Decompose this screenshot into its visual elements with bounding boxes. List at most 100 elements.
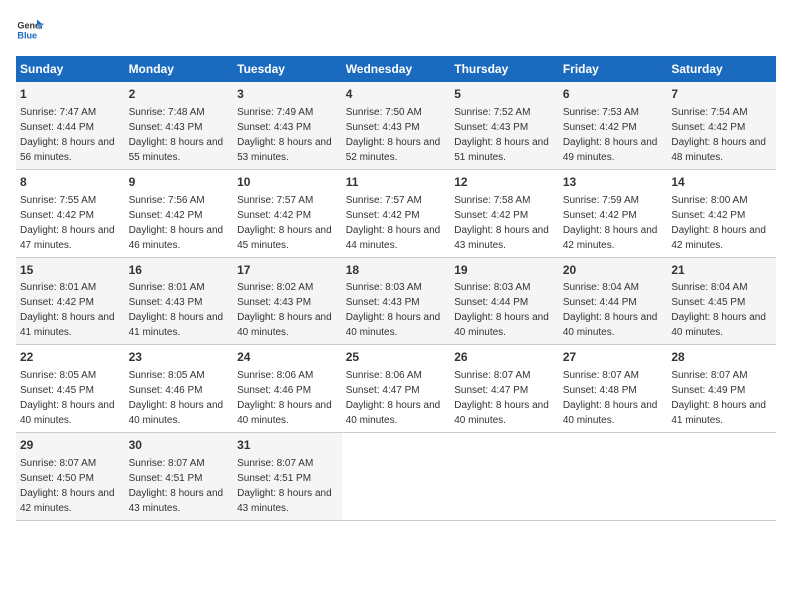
sunrise-info: Sunrise: 8:01 AM <box>129 282 205 293</box>
sunrise-info: Sunrise: 8:05 AM <box>129 370 205 381</box>
week-row-3: 15Sunrise: 8:01 AMSunset: 4:42 PMDayligh… <box>16 257 776 345</box>
sunset-info: Sunset: 4:45 PM <box>20 385 94 396</box>
daylight-info: Daylight: 8 hours and 43 minutes. <box>129 488 224 514</box>
logo: General Blue <box>16 16 48 44</box>
sunrise-info: Sunrise: 8:00 AM <box>671 195 747 206</box>
daylight-info: Daylight: 8 hours and 46 minutes. <box>129 225 224 251</box>
sunrise-info: Sunrise: 7:48 AM <box>129 107 205 118</box>
col-header-tuesday: Tuesday <box>233 56 342 82</box>
daylight-info: Daylight: 8 hours and 49 minutes. <box>563 137 658 163</box>
sunrise-info: Sunrise: 7:55 AM <box>20 195 96 206</box>
daylight-info: Daylight: 8 hours and 40 minutes. <box>346 312 441 338</box>
day-number: 14 <box>671 174 772 191</box>
daylight-info: Daylight: 8 hours and 42 minutes. <box>563 225 658 251</box>
sunset-info: Sunset: 4:51 PM <box>129 473 203 484</box>
sunset-info: Sunset: 4:42 PM <box>346 210 420 221</box>
day-cell: 5 Sunrise: 7:52 AM Sunset: 4:43 PM Daylight… <box>450 82 559 169</box>
sunset-info: Sunset: 4:42 PM <box>20 297 94 308</box>
day-number: 20 <box>563 262 664 279</box>
day-cell: 16Sunrise: 8:01 AMSunset: 4:43 PMDayligh… <box>125 257 234 345</box>
sunrise-info: Sunrise: 8:06 AM <box>237 370 313 381</box>
day-cell: 22Sunrise: 8:05 AMSunset: 4:45 PMDayligh… <box>16 345 125 433</box>
day-cell: 12Sunrise: 7:58 AMSunset: 4:42 PMDayligh… <box>450 169 559 257</box>
day-number: 26 <box>454 349 555 366</box>
day-number: 25 <box>346 349 447 366</box>
daylight-info: Daylight: 8 hours and 40 minutes. <box>454 400 549 426</box>
daylight-info: Daylight: 8 hours and 51 minutes. <box>454 137 549 163</box>
daylight-info: Daylight: 8 hours and 40 minutes. <box>237 400 332 426</box>
day-cell <box>450 433 559 521</box>
day-number: 2 <box>129 86 230 103</box>
day-number: 22 <box>20 349 121 366</box>
sunset-info: Sunset: 4:42 PM <box>671 210 745 221</box>
sunrise-info: Sunrise: 8:07 AM <box>454 370 530 381</box>
sunset-info: Sunset: 4:42 PM <box>563 210 637 221</box>
day-cell: 31 Sunrise: 8:07 AM Sunset: 4:51 PM Dayligh… <box>233 433 342 521</box>
sunrise-info: Sunrise: 7:58 AM <box>454 195 530 206</box>
day-cell: 4Sunrise: 7:50 AMSunset: 4:43 PMDaylight… <box>342 82 451 169</box>
sunset-info: Sunset: 4:43 PM <box>129 122 203 133</box>
day-cell: 9Sunrise: 7:56 AMSunset: 4:42 PMDaylight… <box>125 169 234 257</box>
sunrise-info: Sunrise: 8:04 AM <box>563 282 639 293</box>
day-number: 17 <box>237 262 338 279</box>
day-number: 13 <box>563 174 664 191</box>
sunrise-info: Sunrise: 7:47 AM <box>20 107 96 118</box>
sunset-info: Sunset: 4:49 PM <box>671 385 745 396</box>
daylight-info: Daylight: 8 hours and 40 minutes. <box>346 400 441 426</box>
day-number: 5 <box>454 86 555 103</box>
day-cell: 13 Sunrise: 7:59 AM Sunset: 4:42 PM Dayligh… <box>559 169 668 257</box>
sunrise-info: Sunrise: 7:59 AM <box>563 195 639 206</box>
sunrise-info: Sunrise: 8:06 AM <box>346 370 422 381</box>
daylight-info: Daylight: 8 hours and 40 minutes. <box>454 312 549 338</box>
day-number: 31 <box>237 437 338 454</box>
sunset-info: Sunset: 4:50 PM <box>20 473 94 484</box>
day-number: 29 <box>20 437 121 454</box>
day-number: 24 <box>237 349 338 366</box>
svg-text:Blue: Blue <box>17 30 37 40</box>
sunset-info: Sunset: 4:43 PM <box>129 297 203 308</box>
sunset-info: Sunset: 4:43 PM <box>346 122 420 133</box>
daylight-info: Daylight: 8 hours and 42 minutes. <box>671 225 766 251</box>
sunrise-info: Sunrise: 7:57 AM <box>237 195 313 206</box>
day-cell: 2Sunrise: 7:48 AMSunset: 4:43 PMDaylight… <box>125 82 234 169</box>
day-number: 28 <box>671 349 772 366</box>
daylight-info: Daylight: 8 hours and 40 minutes. <box>237 312 332 338</box>
sunset-info: Sunset: 4:42 PM <box>237 210 311 221</box>
sunset-info: Sunset: 4:51 PM <box>237 473 311 484</box>
day-cell: 27Sunrise: 8:07 AMSunset: 4:48 PMDayligh… <box>559 345 668 433</box>
sunrise-info: Sunrise: 8:07 AM <box>20 458 96 469</box>
day-number: 7 <box>671 86 772 103</box>
sunrise-info: Sunrise: 8:04 AM <box>671 282 747 293</box>
daylight-info: Daylight: 8 hours and 56 minutes. <box>20 137 115 163</box>
day-number: 27 <box>563 349 664 366</box>
sunset-info: Sunset: 4:48 PM <box>563 385 637 396</box>
day-cell: 1Sunrise: 7:47 AMSunset: 4:44 PMDaylight… <box>16 82 125 169</box>
daylight-info: Daylight: 8 hours and 40 minutes. <box>563 400 658 426</box>
daylight-info: Daylight: 8 hours and 43 minutes. <box>237 488 332 514</box>
daylight-info: Daylight: 8 hours and 42 minutes. <box>20 488 115 514</box>
day-number: 30 <box>129 437 230 454</box>
sunset-info: Sunset: 4:47 PM <box>454 385 528 396</box>
day-cell: 26 Sunrise: 8:07 AM Sunset: 4:47 PM Dayligh… <box>450 345 559 433</box>
sunset-info: Sunset: 4:43 PM <box>454 122 528 133</box>
sunrise-info: Sunrise: 7:52 AM <box>454 107 530 118</box>
day-cell: 19Sunrise: 8:03 AMSunset: 4:44 PMDayligh… <box>450 257 559 345</box>
daylight-info: Daylight: 8 hours and 53 minutes. <box>237 137 332 163</box>
day-cell: 10Sunrise: 7:57 AMSunset: 4:42 PMDayligh… <box>233 169 342 257</box>
day-number: 19 <box>454 262 555 279</box>
sunrise-info: Sunrise: 8:07 AM <box>237 458 313 469</box>
day-number: 21 <box>671 262 772 279</box>
daylight-info: Daylight: 8 hours and 40 minutes. <box>129 400 224 426</box>
day-number: 12 <box>454 174 555 191</box>
day-number: 3 <box>237 86 338 103</box>
sunset-info: Sunset: 4:42 PM <box>20 210 94 221</box>
daylight-info: Daylight: 8 hours and 41 minutes. <box>671 400 766 426</box>
sunset-info: Sunset: 4:46 PM <box>129 385 203 396</box>
daylight-info: Daylight: 8 hours and 40 minutes. <box>671 312 766 338</box>
sunset-info: Sunset: 4:44 PM <box>563 297 637 308</box>
sunrise-info: Sunrise: 7:49 AM <box>237 107 313 118</box>
sunrise-info: Sunrise: 7:53 AM <box>563 107 639 118</box>
sunset-info: Sunset: 4:42 PM <box>129 210 203 221</box>
daylight-info: Daylight: 8 hours and 47 minutes. <box>20 225 115 251</box>
day-cell: 21Sunrise: 8:04 AMSunset: 4:45 PMDayligh… <box>667 257 776 345</box>
